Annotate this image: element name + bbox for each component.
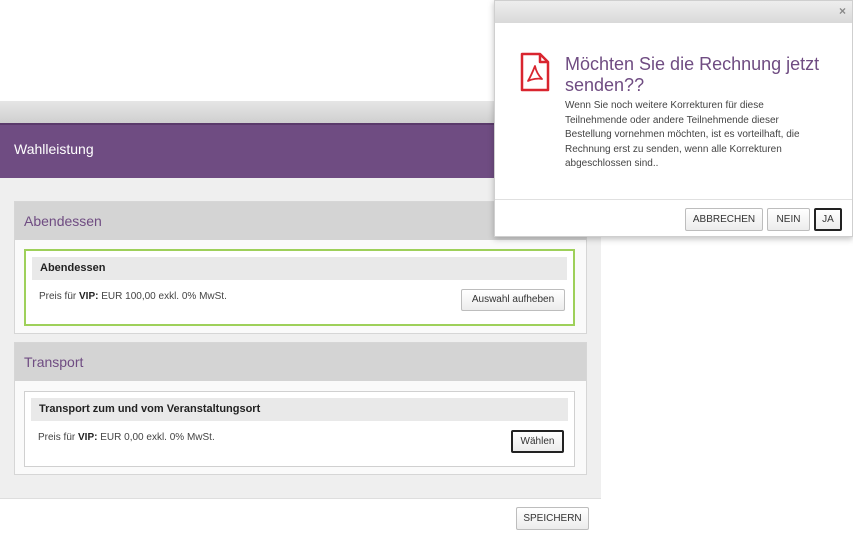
option-name: Transport zum und vom Veranstaltungsort <box>31 398 568 421</box>
modal-title: Wahlleistung <box>14 141 94 157</box>
option-card-abendessen: Abendessen Preis für VIP: EUR 100,00 exk… <box>24 249 575 326</box>
save-button[interactable]: SPEICHERN <box>516 507 589 530</box>
close-icon[interactable]: × <box>839 4 846 18</box>
no-button[interactable]: NEIN <box>767 208 810 231</box>
dialog-divider <box>495 199 852 200</box>
dialog-top-bar: × <box>495 1 852 23</box>
dialog-message: Wenn Sie noch weitere Korrekturen für di… <box>565 100 800 169</box>
cancel-button[interactable]: ABBRECHEN <box>685 208 763 231</box>
pdf-file-icon <box>520 52 550 92</box>
send-invoice-dialog: × Möchten Sie die Rechnung jetzt senden?… <box>494 0 853 237</box>
modal-footer: SPEICHERN <box>0 499 601 540</box>
dialog-title: Möchten Sie die Rechnung jetzt senden?? <box>565 54 820 95</box>
deselect-button[interactable]: Auswahl aufheben <box>461 289 565 311</box>
option-name: Abendessen <box>32 257 567 280</box>
section-heading: Transport <box>15 343 586 381</box>
yes-button[interactable]: JA <box>814 208 842 231</box>
option-price: Preis für VIP: EUR 100,00 exkl. 0% MwSt. <box>39 291 227 302</box>
section-transport: Transport Transport zum und vom Veransta… <box>14 342 587 475</box>
select-button[interactable]: Wählen <box>511 430 564 453</box>
option-card-transport: Transport zum und vom Veranstaltungsort … <box>24 391 575 467</box>
option-price: Preis für VIP: EUR 0,00 exkl. 0% MwSt. <box>38 432 215 443</box>
